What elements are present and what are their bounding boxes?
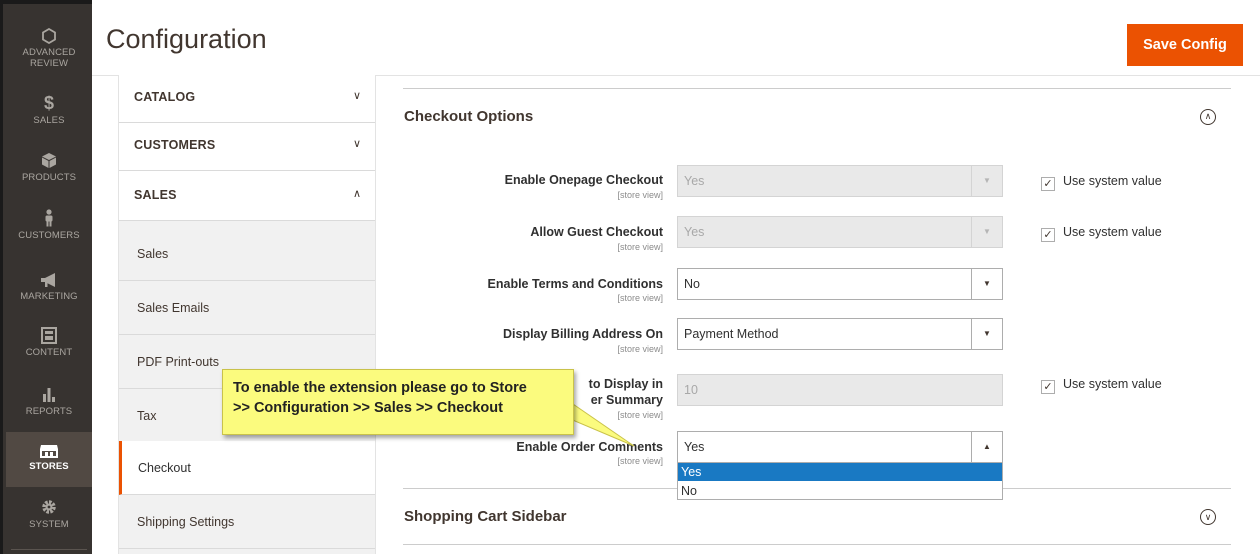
nav-label: CONTENT: [25, 347, 73, 358]
field-scope: [store view]: [617, 456, 663, 466]
nav-reports[interactable]: REPORTS: [6, 386, 92, 417]
tab-label: CATALOG: [134, 90, 196, 104]
nav-system[interactable]: SYSTEM: [6, 498, 92, 530]
select-value: Yes: [684, 225, 705, 239]
nav-label: ADVANCED REVIEW: [22, 47, 76, 69]
section-divider: [403, 544, 1231, 545]
section-title-checkout-options[interactable]: Checkout Options: [404, 108, 533, 125]
nav-stores[interactable]: STORES: [6, 432, 92, 487]
order-comments-options: Yes No: [677, 462, 1003, 500]
caret-down-icon: ▼: [971, 319, 1002, 349]
option-no[interactable]: No: [678, 482, 1002, 500]
select-value: Payment Method: [684, 327, 779, 341]
tab-label: SALES: [134, 188, 177, 202]
tab-item-sales-emails[interactable]: Sales Emails: [119, 281, 375, 335]
hexagon-icon: [42, 28, 56, 44]
nav-label: CUSTOMERS: [18, 230, 80, 241]
nav-label: SYSTEM: [29, 519, 69, 530]
dollar-icon: $: [43, 93, 55, 113]
bar-chart-icon: [43, 388, 55, 402]
enable-order-comments-select[interactable]: Yes ▲: [677, 431, 1003, 463]
nav-label: SALES: [33, 115, 65, 126]
config-tabs: CATALOG ∨ CUSTOMERS ∨ SALES ∧ Sales Sale…: [118, 75, 376, 554]
tab-customers[interactable]: CUSTOMERS ∨: [119, 123, 375, 171]
checkbox-checked-icon[interactable]: ✓: [1041, 177, 1055, 191]
field-label-billing-address: Display Billing Address On: [503, 327, 663, 341]
enable-onepage-checkout-select[interactable]: Yes ▼: [677, 165, 1003, 197]
tab-item-sales[interactable]: Sales: [119, 227, 375, 281]
option-yes[interactable]: Yes: [678, 463, 1002, 481]
number-of-items-input[interactable]: 10: [677, 374, 1003, 406]
instruction-callout: To enable the extension please go to Sto…: [222, 369, 574, 435]
page-title: Configuration: [106, 24, 267, 54]
caret-down-icon: ▼: [971, 217, 1002, 247]
nav-marketing[interactable]: MARKETING: [6, 272, 92, 302]
save-config-button[interactable]: Save Config: [1127, 24, 1243, 66]
tab-item-label: Tax: [137, 409, 157, 423]
chevron-down-icon: ∨: [352, 90, 361, 102]
tab-sales[interactable]: SALES ∧: [119, 171, 375, 221]
layout-icon: [41, 327, 57, 344]
field-label-line1: to Display in: [588, 377, 663, 391]
field-scope: [store view]: [617, 293, 663, 303]
tab-item-label: PDF Print-outs: [137, 355, 219, 369]
select-value: Yes: [684, 174, 705, 188]
tab-item-label: Sales: [137, 247, 169, 261]
nav-content[interactable]: CONTENT: [6, 327, 92, 358]
checkbox-label: Use system value: [1063, 225, 1162, 239]
field-scope: [store view]: [617, 190, 663, 200]
tab-item-label: Shipping Settings: [137, 515, 235, 529]
nav-label: PRODUCTS: [21, 172, 77, 183]
store-icon: [40, 445, 58, 458]
use-system-value-guest[interactable]: ✓ Use system value: [1041, 225, 1162, 242]
caret-up-icon: ▲: [971, 432, 1002, 462]
billing-address-select[interactable]: Payment Method ▼: [677, 318, 1003, 350]
person-icon: [45, 209, 53, 227]
nav-divider: [11, 549, 87, 550]
field-scope: [store view]: [617, 344, 663, 354]
nav-label: STORES: [29, 461, 69, 472]
use-system-value-items[interactable]: ✓ Use system value: [1041, 377, 1162, 394]
chevron-up-icon: ∧: [352, 188, 361, 200]
field-label-enable-terms: Enable Terms and Conditions: [487, 277, 663, 291]
enable-terms-select[interactable]: No ▼: [677, 268, 1003, 300]
select-value: No: [684, 277, 700, 291]
select-value: Yes: [684, 440, 705, 454]
tab-catalog[interactable]: CATALOG ∨: [119, 75, 375, 123]
admin-sidebar: ADVANCED REVIEW $ SALES PRODUCTS CUSTOME…: [0, 0, 92, 554]
nav-customers[interactable]: CUSTOMERS: [6, 209, 92, 241]
nav-products[interactable]: PRODUCTS: [6, 152, 92, 183]
gear-icon: [42, 500, 56, 514]
checkbox-checked-icon[interactable]: ✓: [1041, 380, 1055, 394]
field-label-allow-guest-checkout: Allow Guest Checkout: [530, 225, 663, 239]
nav-sales[interactable]: $ SALES: [6, 94, 92, 126]
checkbox-label: Use system value: [1063, 174, 1162, 188]
checkbox-label: Use system value: [1063, 377, 1162, 391]
caret-down-icon: ▼: [971, 269, 1002, 299]
collapse-icon[interactable]: ∧: [1200, 109, 1216, 125]
chevron-down-icon: ∨: [352, 138, 361, 150]
tab-item-label: Sales Emails: [137, 301, 210, 315]
nav-label: MARKETING: [20, 291, 78, 302]
section-divider: [403, 88, 1231, 89]
checkbox-checked-icon[interactable]: ✓: [1041, 228, 1055, 242]
use-system-value-onepage[interactable]: ✓ Use system value: [1041, 174, 1162, 191]
callout-line1: To enable the extension please go to Sto…: [233, 380, 527, 396]
section-title-shopping-cart-sidebar[interactable]: Shopping Cart Sidebar: [404, 508, 567, 525]
tab-item-label: Checkout: [138, 461, 191, 475]
input-value: 10: [684, 383, 698, 397]
tab-item-checkout[interactable]: Checkout: [119, 441, 375, 495]
expand-icon[interactable]: ∨: [1200, 509, 1216, 525]
callout-line2: >> Configuration >> Sales >> Checkout: [233, 400, 503, 416]
caret-down-icon: ▼: [971, 166, 1002, 196]
nav-label: REPORTS: [25, 406, 73, 417]
nav-advanced-review[interactable]: ADVANCED REVIEW: [6, 28, 92, 69]
allow-guest-checkout-select[interactable]: Yes ▼: [677, 216, 1003, 248]
cube-icon: [42, 153, 56, 168]
megaphone-icon: [41, 273, 55, 287]
tab-item-shipping-settings[interactable]: Shipping Settings: [119, 495, 375, 549]
tab-label: CUSTOMERS: [134, 138, 216, 152]
field-scope: [store view]: [617, 242, 663, 252]
field-label-enable-onepage-checkout: Enable Onepage Checkout: [504, 173, 663, 187]
